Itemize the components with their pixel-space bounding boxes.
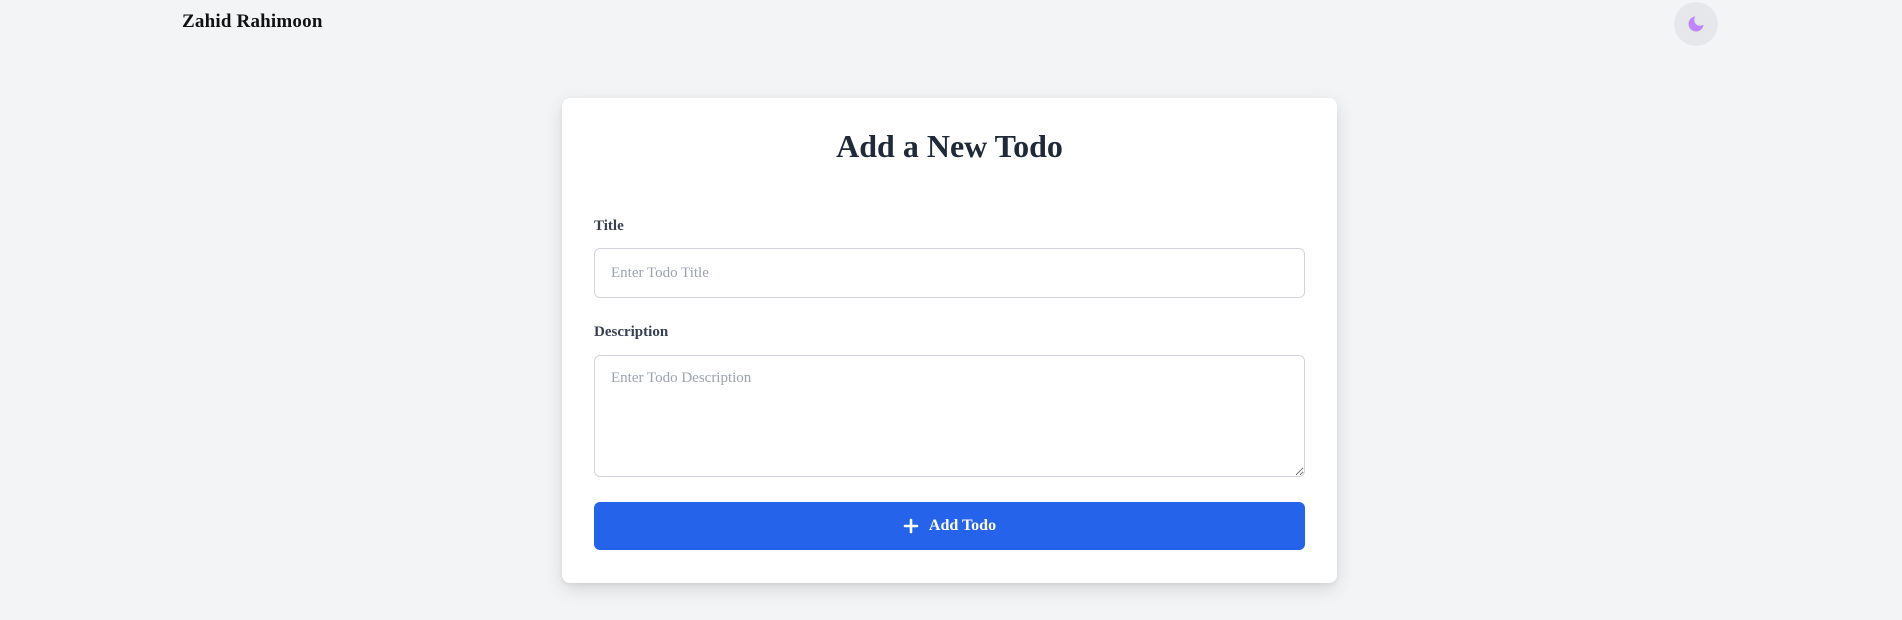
- plus-icon: [903, 518, 919, 534]
- add-todo-card: Add a New Todo Title Description Add Tod…: [562, 98, 1337, 583]
- title-label: Title: [594, 218, 624, 234]
- page-title: Add a New Todo: [836, 128, 1063, 164]
- theme-toggle-button[interactable]: [1674, 2, 1718, 46]
- brand-name: Zahid Rahimoon: [182, 11, 323, 32]
- title-input[interactable]: [594, 248, 1305, 298]
- description-textarea[interactable]: [594, 355, 1305, 477]
- add-todo-button[interactable]: Add Todo: [594, 502, 1305, 550]
- description-label: Description: [594, 324, 669, 340]
- moon-icon: [1688, 16, 1704, 32]
- add-todo-label: Add Todo: [928, 517, 997, 534]
